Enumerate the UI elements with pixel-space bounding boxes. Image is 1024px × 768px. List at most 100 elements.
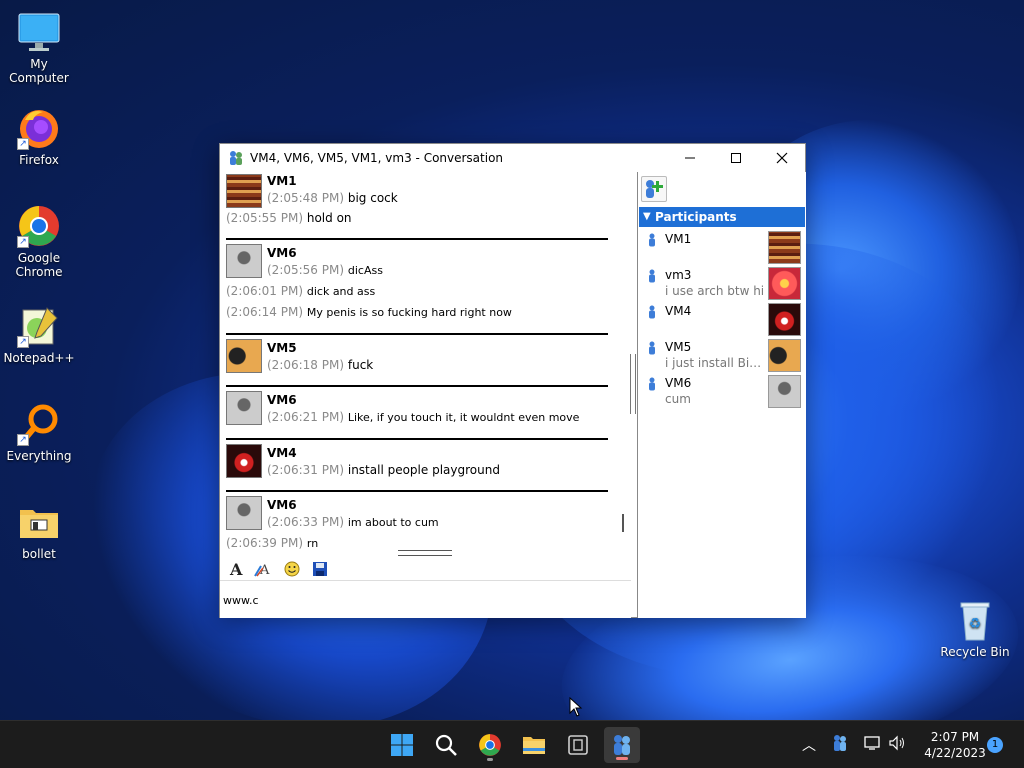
input-splitter-grip[interactable]	[398, 550, 452, 556]
maximize-button[interactable]	[713, 144, 759, 172]
message-text: rn	[306, 537, 319, 550]
desktop-icon-firefox[interactable]: ↗ Firefox	[0, 106, 78, 167]
message-line: (2:05:55 PM) hold on	[226, 208, 610, 228]
participant-status-icon	[649, 377, 655, 391]
notepadpp-icon: ↗	[17, 304, 61, 348]
formatting-toolbar: A A	[220, 557, 631, 581]
clock[interactable]: 2:07 PM 4/22/2023	[916, 729, 994, 761]
message-line: (2:06:14 PM) My penis is so fucking hard…	[226, 302, 608, 323]
message-text: dicAss	[347, 264, 383, 277]
message-group: VM6 (2:06:33 PM) im about to cum (2:06:3…	[226, 490, 608, 550]
desktop-icon-label: Notepad++	[3, 351, 75, 365]
font-button[interactable]: A	[224, 558, 248, 580]
taskbar-chrome[interactable]	[472, 727, 508, 763]
taskbar-pidgin[interactable]	[604, 727, 640, 763]
desktop-icon-my-computer[interactable]: My Computer	[0, 10, 78, 85]
network-icon[interactable]	[864, 735, 882, 754]
participant-item[interactable]: VM5 i just install Big F...	[639, 338, 805, 374]
add-buddy-icon	[646, 180, 663, 198]
smiley-icon	[284, 561, 300, 576]
avatar-vm6	[226, 244, 262, 278]
volume-icon[interactable]	[888, 735, 906, 754]
collapse-arrow-icon: ▼	[643, 211, 651, 222]
notification-badge[interactable]: 1	[987, 737, 1003, 753]
participant-name: VM5	[665, 340, 692, 354]
desktop-icon-notepadpp[interactable]: ↗ Notepad++	[0, 304, 78, 365]
participant-status-icon	[649, 269, 655, 283]
conversation-window: VM4, VM6, VM5, VM1, vm3 - Conversation V…	[219, 143, 806, 618]
message-group: VM6 (2:05:56 PM) dicAss (2:06:01 PM) dic…	[226, 238, 608, 325]
pane-splitter-grip[interactable]	[630, 354, 636, 414]
avatar-vm5	[226, 339, 262, 373]
clock-date: 4/22/2023	[924, 746, 986, 760]
participant-name: VM6	[665, 376, 692, 390]
message-sender: VM4	[267, 446, 297, 460]
participant-item[interactable]: vm3 i use arch btw hi	[639, 266, 805, 302]
participant-item[interactable]: VM6 cum	[639, 374, 805, 410]
desktop-icon-label: Firefox	[19, 153, 59, 167]
message-input[interactable]	[220, 582, 631, 618]
tray-overflow-chevron-icon[interactable]: ︿	[802, 735, 816, 755]
participant-avatar	[768, 231, 801, 264]
tray-pidgin-icon[interactable]	[832, 734, 848, 755]
invite-buddy-button[interactable]	[641, 176, 667, 202]
pidgin-buddy-icon	[228, 150, 244, 166]
svg-text:♻: ♻	[969, 616, 982, 632]
minimize-button[interactable]	[667, 144, 713, 172]
search-icon	[435, 734, 457, 756]
avatar-vm6	[226, 496, 262, 530]
message-timestamp: (2:06:14 PM)	[226, 305, 304, 319]
participant-avatar	[768, 375, 801, 408]
shortcut-arrow-icon: ↗	[17, 434, 29, 446]
smiley-button[interactable]	[280, 558, 304, 580]
message-line: (2:06:01 PM) dick and ass	[226, 281, 608, 302]
desktop-icon-recycle-bin[interactable]: ♻ Recycle Bin	[936, 598, 1014, 659]
participant-status: cum	[665, 392, 691, 406]
participants-header-label: Participants	[655, 210, 737, 224]
taskbar-file-explorer[interactable]	[516, 727, 552, 763]
participant-avatar	[768, 339, 801, 372]
message-line: (2:06:31 PM) install people playground	[267, 460, 608, 480]
participant-name: VM4	[665, 304, 692, 318]
save-button[interactable]	[308, 558, 332, 580]
desktop-icon-label: Everything	[6, 449, 72, 463]
firefox-icon: ↗	[17, 106, 61, 150]
message-text: My penis is so fucking hard right now	[306, 306, 512, 319]
font-icon: A	[229, 560, 243, 578]
participant-item[interactable]: VM1	[639, 230, 805, 266]
title-bar[interactable]: VM4, VM6, VM5, VM1, vm3 - Conversation	[220, 144, 805, 172]
message-group: VM4 (2:06:31 PM) install people playgrou…	[226, 438, 608, 482]
message-line: (2:06:39 PM) rn	[226, 533, 608, 550]
avatar-vm6	[226, 391, 262, 425]
participant-item[interactable]: VM4	[639, 302, 805, 338]
participant-avatar	[768, 303, 801, 336]
participant-name: vm3	[665, 268, 692, 282]
window-title: VM4, VM6, VM5, VM1, vm3 - Conversation	[250, 151, 504, 165]
monitor-icon	[17, 10, 61, 54]
conversation-history[interactable]: VM1 (2:05:48 PM) big cock (2:05:55 PM) h…	[220, 172, 616, 550]
desktop-icon-label: Recycle Bin	[940, 645, 1010, 659]
search-button[interactable]	[428, 727, 464, 763]
message-text: big cock	[347, 191, 398, 205]
close-icon	[776, 152, 788, 164]
maximize-icon	[731, 153, 741, 163]
participants-header[interactable]: ▼ Participants	[639, 207, 805, 227]
desktop-icon-bollet[interactable]: bollet	[0, 500, 78, 561]
taskbar-app[interactable]	[560, 727, 596, 763]
running-indicator	[487, 758, 493, 761]
clock-time: 2:07 PM	[930, 730, 980, 744]
message-timestamp: (2:06:39 PM)	[226, 536, 304, 550]
start-button[interactable]	[384, 727, 420, 763]
shortcut-arrow-icon: ↗	[17, 336, 29, 348]
history-scrollbar[interactable]	[622, 514, 624, 532]
desktop-icon-everything[interactable]: ↗ Everything	[0, 402, 78, 463]
folder-icon	[523, 737, 545, 754]
close-button[interactable]	[759, 144, 805, 172]
svg-text:A: A	[229, 560, 243, 578]
desktop-icon-label: Google Chrome	[15, 251, 63, 279]
text-format-button[interactable]: A	[252, 558, 276, 580]
desktop-icon-chrome[interactable]: ↗ Google Chrome	[0, 204, 78, 279]
message-line: (2:05:56 PM) dicAss	[267, 260, 608, 281]
avatar-vm4	[226, 444, 262, 478]
chrome-icon	[479, 734, 501, 756]
